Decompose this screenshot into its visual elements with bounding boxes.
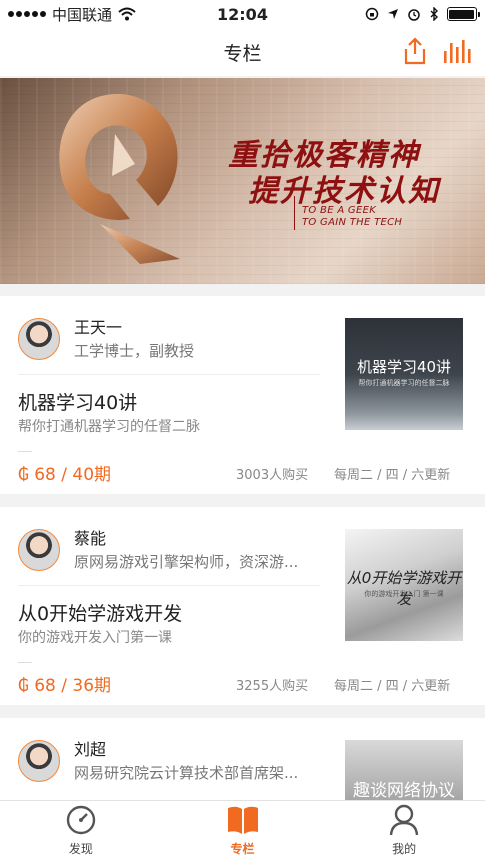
signal-icon: [8, 11, 46, 17]
book-icon: [227, 806, 258, 834]
banner-english-1: TO BE A GEEK: [302, 205, 377, 216]
audio-button[interactable]: [443, 36, 471, 66]
cover-title: 机器学习40讲: [356, 358, 452, 376]
course-price: ₲ 68 / 40期: [18, 465, 112, 485]
profile-icon: [389, 804, 419, 836]
banner-headline-2: 提升技术认知: [248, 174, 440, 209]
author-row: 王天一 工学博士，副教授: [18, 318, 326, 362]
banner-english-2: TO GAIN THE TECH: [302, 217, 403, 228]
status-time: 12:04: [217, 4, 268, 24]
share-button[interactable]: [401, 36, 429, 66]
author-title: 工学博士，副教授: [74, 342, 195, 360]
alarm-icon: [408, 9, 420, 21]
course-card[interactable]: 王天一 工学博士，副教授 机器学习40讲 帮你打通机器学习的任督二脉 ₲ 68 …: [0, 296, 485, 494]
carrier-label: 中国联通: [52, 5, 113, 24]
author-row: 蔡能 原网易游戏引擎架构师，资深游...: [18, 529, 326, 573]
avatar: [18, 740, 60, 782]
tab-columns[interactable]: 专栏: [162, 801, 324, 863]
course-title: 机器学习40讲: [18, 392, 138, 414]
course-subtitle: 帮你打通机器学习的任督二脉: [18, 419, 200, 435]
avatar: [18, 318, 60, 360]
status-bar: 中国联通 12:04: [0, 0, 485, 28]
discover-icon: [66, 805, 96, 835]
nav-bar: 专栏: [0, 28, 485, 76]
banner-divider: [294, 196, 295, 230]
author-title: 原网易游戏引擎架构师，资深游...: [74, 553, 299, 571]
course-price: ₲ 68 / 36期: [18, 676, 112, 696]
course-cover[interactable]: 趣谈网络协议: [345, 740, 463, 800]
status-right: [321, 7, 480, 21]
author-name: 蔡能: [74, 529, 107, 548]
update-schedule: 每周二 / 四 / 六更新: [334, 468, 451, 483]
location-icon: [387, 9, 398, 19]
author-name: 王天一: [74, 318, 123, 337]
author-title: 网易研究院云计算技术部首席架...: [74, 764, 299, 782]
course-title: 从0开始学游戏开发: [18, 603, 183, 625]
status-left: 中国联通: [8, 4, 164, 25]
battery-icon: [446, 7, 480, 21]
promo-banner[interactable]: 重拾极客精神 提升技术认知 TO BE A GEEK TO GAIN THE T…: [0, 78, 485, 284]
buyer-count: 3003人购买: [236, 468, 309, 483]
update-schedule: 每周二 / 四 / 六更新: [334, 679, 451, 694]
tab-bar: 发现 专栏 我的: [0, 800, 485, 863]
course-cover[interactable]: 从0开始学游戏开发 你的游戏开发入门 第一课: [345, 529, 463, 641]
divider: [18, 585, 320, 586]
wifi-icon: [118, 7, 136, 21]
nav-actions: [401, 36, 471, 66]
divider: [18, 662, 32, 663]
author-row: 刘超 网易研究院云计算技术部首席架...: [18, 740, 326, 784]
tab-label: 发现: [68, 842, 93, 856]
tab-label: 我的: [392, 842, 417, 856]
author-name: 刘超: [74, 740, 107, 759]
buyer-count: 3255人购买: [236, 679, 309, 694]
course-subtitle: 你的游戏开发入门第一课: [18, 630, 172, 646]
rotation-lock-icon: [365, 7, 379, 21]
tab-profile[interactable]: 我的: [323, 801, 485, 863]
course-card[interactable]: 刘超 网易研究院云计算技术部首席架... 趣谈网络协议: [0, 718, 485, 800]
bluetooth-icon: [430, 7, 438, 21]
course-card[interactable]: 蔡能 原网易游戏引擎架构师，资深游... 从0开始学游戏开发 你的游戏开发入门第…: [0, 507, 485, 705]
share-icon: [404, 37, 426, 65]
page-title: 专栏: [223, 42, 262, 65]
tab-label: 专栏: [230, 842, 255, 856]
course-cover[interactable]: 机器学习40讲 帮你打通机器学习的任督二脉: [345, 318, 463, 430]
avatar: [18, 529, 60, 571]
cover-title: 趣谈网络协议: [353, 781, 455, 800]
cover-subtitle: 帮你打通机器学习的任督二脉: [358, 379, 450, 387]
audio-bars-icon: [444, 40, 471, 63]
divider: [18, 451, 32, 452]
tab-discover[interactable]: 发现: [0, 801, 162, 863]
cover-title: 从0开始学游戏开发: [346, 569, 462, 608]
banner-logo-icon: [59, 94, 180, 264]
divider: [18, 374, 320, 375]
cover-subtitle: 你的游戏开发入门 第一课: [364, 590, 444, 598]
